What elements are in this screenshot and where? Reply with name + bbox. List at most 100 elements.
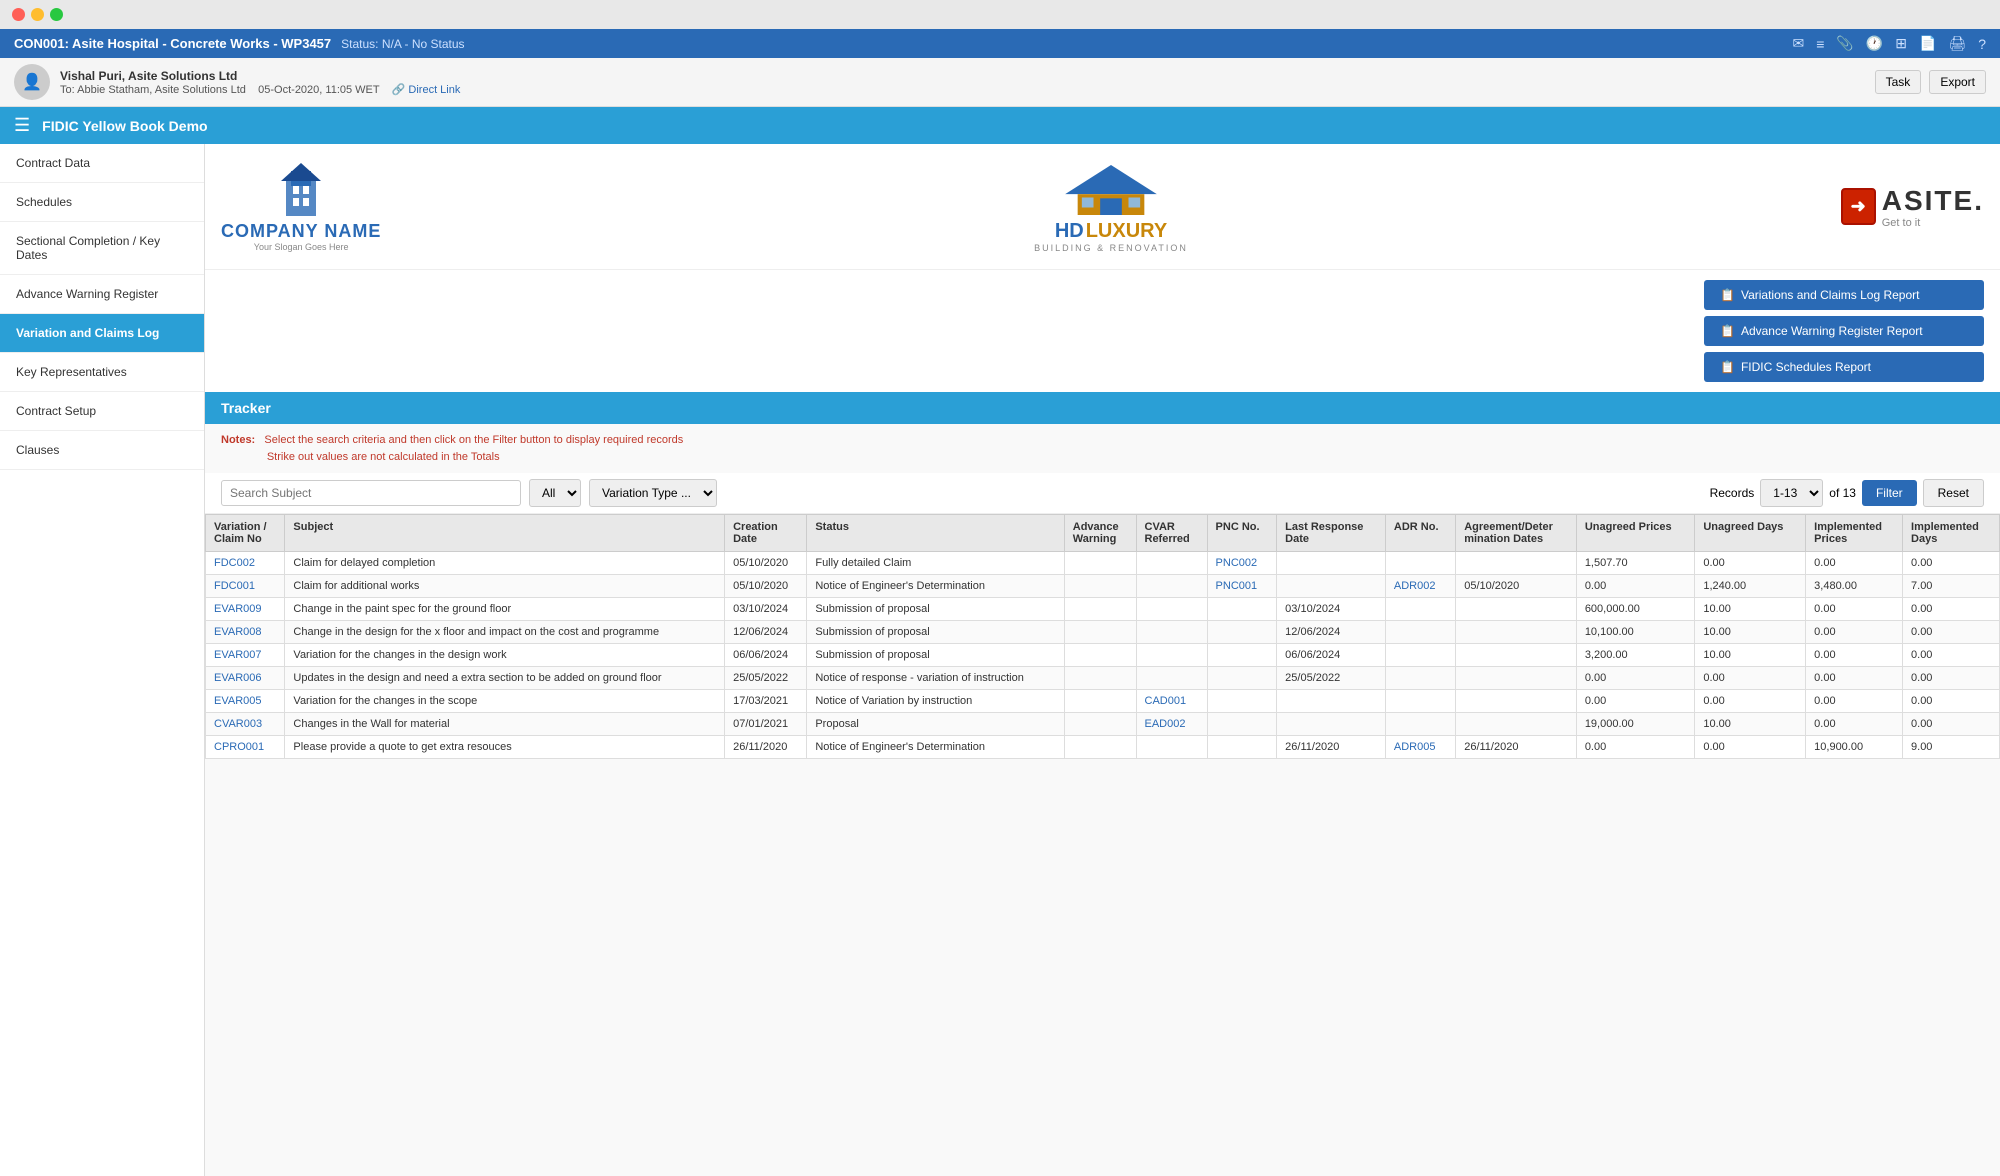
records-range-select[interactable]: 1-13: [1760, 479, 1823, 507]
claim-no-cell-link[interactable]: EVAR006: [214, 672, 262, 684]
export-button[interactable]: Export: [1929, 70, 1986, 94]
advance-warning-report-btn[interactable]: 📋 Advance Warning Register Report: [1704, 316, 1984, 346]
hd-text: HD: [1055, 220, 1084, 243]
cvar-cell: [1136, 621, 1207, 644]
advance-warning-cell: [1064, 552, 1136, 575]
pin-icon[interactable]: 📎: [1836, 35, 1853, 52]
th-agreement-dates: Agreement/Determination Dates: [1456, 515, 1577, 552]
report-icon-3: 📋: [1720, 360, 1735, 374]
pnc-cell-link[interactable]: PNC002: [1216, 557, 1258, 569]
claim-no-cell-link[interactable]: FDC001: [214, 580, 255, 592]
status-cell: Fully detailed Claim: [807, 552, 1064, 575]
luxury-text: LUXURY: [1086, 220, 1167, 243]
doc-icon[interactable]: 📄: [1919, 35, 1936, 52]
sidebar-item-key-representatives[interactable]: Key Representatives: [0, 353, 204, 392]
pnc-cell-link[interactable]: PNC001: [1216, 580, 1258, 592]
agreement-dates-cell: [1456, 644, 1577, 667]
pnc-cell[interactable]: PNC002: [1207, 552, 1277, 575]
maximize-btn[interactable]: [50, 8, 63, 21]
tracker-header: Tracker: [205, 392, 2000, 424]
close-btn[interactable]: [12, 8, 25, 21]
all-select[interactable]: All: [529, 479, 581, 507]
asite-box-icon: ➜: [1841, 188, 1876, 225]
company-slogan: Your Slogan Goes Here: [254, 242, 349, 252]
claim-no-cell[interactable]: EVAR007: [206, 644, 285, 667]
records-of: of 13: [1829, 486, 1856, 500]
claim-no-cell-link[interactable]: FDC002: [214, 557, 255, 569]
implemented-days-cell: 7.00: [1903, 575, 2000, 598]
claim-no-cell-link[interactable]: EVAR005: [214, 695, 262, 707]
adr-cell[interactable]: ADR002: [1385, 575, 1455, 598]
window-chrome: [0, 0, 2000, 29]
subject-cell: Claim for delayed completion: [285, 552, 725, 575]
link-icon: 🔗: [392, 84, 406, 96]
adr-cell-link[interactable]: ADR002: [1394, 580, 1436, 592]
claim-no-cell[interactable]: EVAR005: [206, 690, 285, 713]
cvar-cell-link[interactable]: CAD001: [1145, 695, 1187, 707]
claim-no-cell-link[interactable]: EVAR008: [214, 626, 262, 638]
status-cell: Notice of Engineer's Determination: [807, 736, 1064, 759]
claim-no-cell-link[interactable]: CVAR003: [214, 718, 262, 730]
task-button[interactable]: Task: [1875, 70, 1922, 94]
reset-button[interactable]: Reset: [1923, 479, 1984, 507]
unagreed-prices-cell: 0.00: [1576, 667, 1695, 690]
claim-no-cell[interactable]: EVAR009: [206, 598, 285, 621]
pnc-cell: [1207, 736, 1277, 759]
claim-no-cell[interactable]: EVAR008: [206, 621, 285, 644]
lines-icon[interactable]: ≡: [1816, 36, 1824, 52]
advance-warning-cell: [1064, 598, 1136, 621]
message-icon[interactable]: ✉: [1792, 35, 1804, 52]
sidebar-item-variation-claims[interactable]: Variation and Claims Log: [0, 314, 204, 353]
cvar-cell[interactable]: CAD001: [1136, 690, 1207, 713]
creation-date-cell: 17/03/2021: [725, 690, 807, 713]
th-cvar-referred: CVARReferred: [1136, 515, 1207, 552]
hamburger-icon[interactable]: ☰: [14, 115, 30, 136]
sub-bar: 👤 Vishal Puri, Asite Solutions Ltd To: A…: [0, 58, 2000, 107]
th-implemented-prices: ImplementedPrices: [1806, 515, 1903, 552]
claim-no-cell-link[interactable]: EVAR009: [214, 603, 262, 615]
claim-no-cell-link[interactable]: EVAR007: [214, 649, 262, 661]
variations-claims-report-btn[interactable]: 📋 Variations and Claims Log Report: [1704, 280, 1984, 310]
top-bar: CON001: Asite Hospital - Concrete Works …: [0, 29, 2000, 58]
claim-no-cell-link[interactable]: CPRO001: [214, 741, 264, 753]
claim-no-cell[interactable]: FDC002: [206, 552, 285, 575]
fidic-schedules-report-btn[interactable]: 📋 FIDIC Schedules Report: [1704, 352, 1984, 382]
claim-no-cell[interactable]: EVAR006: [206, 667, 285, 690]
adr-cell[interactable]: ADR005: [1385, 736, 1455, 759]
claim-no-cell[interactable]: CVAR003: [206, 713, 285, 736]
last-response-cell: 25/05/2022: [1277, 667, 1386, 690]
claim-no-cell[interactable]: CPRO001: [206, 736, 285, 759]
adr-cell: [1385, 552, 1455, 575]
sidebar-item-advance-warning[interactable]: Advance Warning Register: [0, 275, 204, 314]
filter-button[interactable]: Filter: [1862, 480, 1917, 506]
advance-warning-cell: [1064, 644, 1136, 667]
sidebar-item-schedules[interactable]: Schedules: [0, 183, 204, 222]
sidebar-item-clauses[interactable]: Clauses: [0, 431, 204, 470]
direct-link[interactable]: Direct Link: [408, 84, 460, 96]
cvar-cell: [1136, 575, 1207, 598]
sidebar-item-sectional-completion[interactable]: Sectional Completion / Key Dates: [0, 222, 204, 275]
sidebar-item-contract-setup[interactable]: Contract Setup: [0, 392, 204, 431]
variation-type-select[interactable]: Variation Type ...: [589, 479, 717, 507]
minimize-btn[interactable]: [31, 8, 44, 21]
search-input[interactable]: [221, 480, 521, 506]
notes-label: Notes:: [221, 434, 255, 446]
help-icon[interactable]: ?: [1978, 36, 1986, 52]
sidebar-item-contract-data[interactable]: Contract Data: [0, 144, 204, 183]
table-row: EVAR008Change in the design for the x fl…: [206, 621, 2000, 644]
clock-icon[interactable]: 🕐: [1866, 35, 1883, 52]
resize-icon[interactable]: ⊞: [1895, 35, 1907, 52]
pnc-cell[interactable]: PNC001: [1207, 575, 1277, 598]
print-icon[interactable]: 🖨: [1948, 35, 1966, 52]
adr-cell: [1385, 598, 1455, 621]
cvar-cell-link[interactable]: EAD002: [1145, 718, 1186, 730]
claim-no-cell[interactable]: FDC001: [206, 575, 285, 598]
cvar-cell[interactable]: EAD002: [1136, 713, 1207, 736]
unagreed-days-cell: 10.00: [1695, 644, 1806, 667]
table-row: EVAR007Variation for the changes in the …: [206, 644, 2000, 667]
asite-logo: ➜ ASITE. Get to it: [1841, 185, 1984, 229]
company-logo: COMPANY NAME Your Slogan Goes Here: [221, 161, 381, 252]
adr-cell-link[interactable]: ADR005: [1394, 741, 1436, 753]
asite-arrow-icon: ➜: [1851, 196, 1866, 217]
subject-cell: Change in the paint spec for the ground …: [285, 598, 725, 621]
